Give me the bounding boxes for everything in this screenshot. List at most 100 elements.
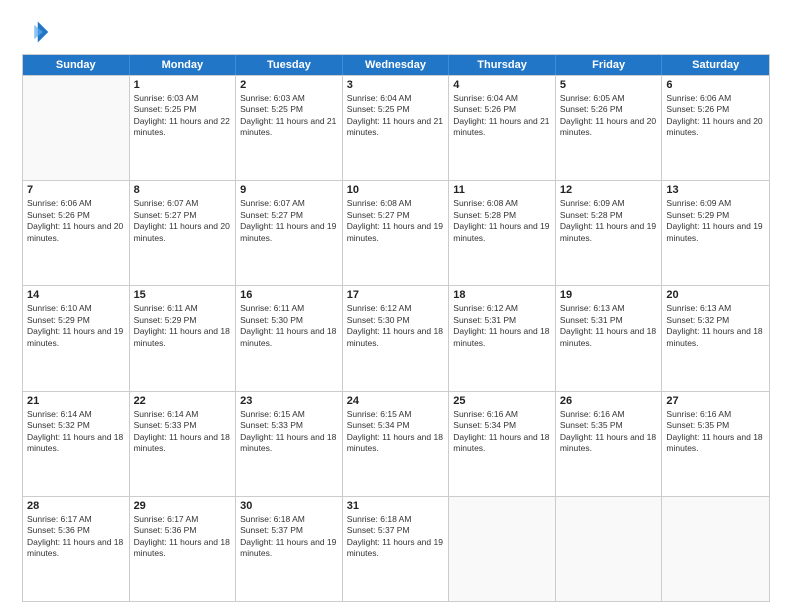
day-cell-6: 6 Sunrise: 6:06 AM Sunset: 5:26 PM Daylig… bbox=[662, 76, 769, 180]
day-number: 14 bbox=[27, 289, 125, 301]
logo-icon bbox=[22, 18, 50, 46]
day-cell-15: 15 Sunrise: 6:11 AM Sunset: 5:29 PM Dayli… bbox=[130, 286, 237, 390]
day-info: Sunrise: 6:17 AM Sunset: 5:36 PM Dayligh… bbox=[27, 514, 125, 560]
day-number: 21 bbox=[27, 395, 125, 407]
calendar-header: SundayMondayTuesdayWednesdayThursdayFrid… bbox=[23, 55, 769, 75]
day-info: Sunrise: 6:14 AM Sunset: 5:32 PM Dayligh… bbox=[27, 409, 125, 455]
day-info: Sunrise: 6:07 AM Sunset: 5:27 PM Dayligh… bbox=[240, 198, 338, 244]
day-cell-2: 2 Sunrise: 6:03 AM Sunset: 5:25 PM Daylig… bbox=[236, 76, 343, 180]
day-info: Sunrise: 6:16 AM Sunset: 5:35 PM Dayligh… bbox=[666, 409, 765, 455]
day-cell-3: 3Sunrise: 6:04 AM Sunset: 5:25 PM Daylig… bbox=[343, 76, 450, 180]
day-cell-8: 8 Sunrise: 6:07 AM Sunset: 5:27 PM Daylig… bbox=[130, 181, 237, 285]
day-number: 5 bbox=[560, 79, 658, 91]
day-number: 29 bbox=[134, 500, 232, 512]
day-cell-22: 22 Sunrise: 6:14 AM Sunset: 5:33 PM Dayli… bbox=[130, 392, 237, 496]
day-number: 1 bbox=[134, 79, 232, 91]
day-info: Sunrise: 6:06 AM Sunset: 5:26 PM Dayligh… bbox=[666, 93, 765, 139]
day-cell-30: 30Sunrise: 6:18 AM Sunset: 5:37 PM Dayli… bbox=[236, 497, 343, 601]
day-info: Sunrise: 6:08 AM Sunset: 5:28 PM Dayligh… bbox=[453, 198, 551, 244]
calendar-row-2: 14 Sunrise: 6:10 AM Sunset: 5:29 PM Dayli… bbox=[23, 285, 769, 390]
day-cell-empty bbox=[23, 76, 130, 180]
calendar-row-0: 1 Sunrise: 6:03 AM Sunset: 5:25 PM Daylig… bbox=[23, 75, 769, 180]
day-cell-7: 7 Sunrise: 6:06 AM Sunset: 5:26 PM Daylig… bbox=[23, 181, 130, 285]
day-number: 10 bbox=[347, 184, 445, 196]
day-info: Sunrise: 6:04 AM Sunset: 5:26 PM Dayligh… bbox=[453, 93, 551, 139]
day-info: Sunrise: 6:11 AM Sunset: 5:29 PM Dayligh… bbox=[134, 303, 232, 349]
day-number: 8 bbox=[134, 184, 232, 196]
day-cell-17: 17 Sunrise: 6:12 AM Sunset: 5:30 PM Dayli… bbox=[343, 286, 450, 390]
calendar-row-4: 28 Sunrise: 6:17 AM Sunset: 5:36 PM Dayli… bbox=[23, 496, 769, 601]
day-info: Sunrise: 6:12 AM Sunset: 5:30 PM Dayligh… bbox=[347, 303, 445, 349]
day-cell-10: 10 Sunrise: 6:08 AM Sunset: 5:27 PM Dayli… bbox=[343, 181, 450, 285]
day-cell-23: 23 Sunrise: 6:15 AM Sunset: 5:33 PM Dayli… bbox=[236, 392, 343, 496]
weekday-header-sunday: Sunday bbox=[23, 55, 130, 75]
day-info: Sunrise: 6:13 AM Sunset: 5:32 PM Dayligh… bbox=[666, 303, 765, 349]
day-number: 17 bbox=[347, 289, 445, 301]
day-cell-21: 21 Sunrise: 6:14 AM Sunset: 5:32 PM Dayli… bbox=[23, 392, 130, 496]
day-number: 30 bbox=[240, 500, 338, 512]
day-cell-31: 31 Sunrise: 6:18 AM Sunset: 5:37 PM Dayli… bbox=[343, 497, 450, 601]
weekday-header-friday: Friday bbox=[556, 55, 663, 75]
calendar: SundayMondayTuesdayWednesdayThursdayFrid… bbox=[22, 54, 770, 602]
day-number: 11 bbox=[453, 184, 551, 196]
calendar-row-3: 21 Sunrise: 6:14 AM Sunset: 5:32 PM Dayli… bbox=[23, 391, 769, 496]
day-number: 13 bbox=[666, 184, 765, 196]
day-number: 7 bbox=[27, 184, 125, 196]
day-info: Sunrise: 6:09 AM Sunset: 5:28 PM Dayligh… bbox=[560, 198, 658, 244]
day-cell-25: 25Sunrise: 6:16 AM Sunset: 5:34 PM Dayli… bbox=[449, 392, 556, 496]
day-info: Sunrise: 6:15 AM Sunset: 5:33 PM Dayligh… bbox=[240, 409, 338, 455]
day-number: 15 bbox=[134, 289, 232, 301]
day-cell-27: 27Sunrise: 6:16 AM Sunset: 5:35 PM Dayli… bbox=[662, 392, 769, 496]
day-number: 2 bbox=[240, 79, 338, 91]
day-info: Sunrise: 6:17 AM Sunset: 5:36 PM Dayligh… bbox=[134, 514, 232, 560]
day-number: 22 bbox=[134, 395, 232, 407]
day-cell-5: 5 Sunrise: 6:05 AM Sunset: 5:26 PM Daylig… bbox=[556, 76, 663, 180]
day-number: 26 bbox=[560, 395, 658, 407]
day-number: 12 bbox=[560, 184, 658, 196]
day-number: 23 bbox=[240, 395, 338, 407]
day-info: Sunrise: 6:07 AM Sunset: 5:27 PM Dayligh… bbox=[134, 198, 232, 244]
day-info: Sunrise: 6:04 AM Sunset: 5:25 PM Dayligh… bbox=[347, 93, 445, 139]
day-cell-empty bbox=[556, 497, 663, 601]
day-number: 31 bbox=[347, 500, 445, 512]
day-info: Sunrise: 6:08 AM Sunset: 5:27 PM Dayligh… bbox=[347, 198, 445, 244]
day-cell-13: 13 Sunrise: 6:09 AM Sunset: 5:29 PM Dayli… bbox=[662, 181, 769, 285]
calendar-body: 1 Sunrise: 6:03 AM Sunset: 5:25 PM Daylig… bbox=[23, 75, 769, 601]
day-number: 28 bbox=[27, 500, 125, 512]
day-number: 6 bbox=[666, 79, 765, 91]
day-number: 24 bbox=[347, 395, 445, 407]
day-cell-24: 24 Sunrise: 6:15 AM Sunset: 5:34 PM Dayli… bbox=[343, 392, 450, 496]
day-cell-26: 26 Sunrise: 6:16 AM Sunset: 5:35 PM Dayli… bbox=[556, 392, 663, 496]
calendar-row-1: 7 Sunrise: 6:06 AM Sunset: 5:26 PM Daylig… bbox=[23, 180, 769, 285]
weekday-header-wednesday: Wednesday bbox=[343, 55, 450, 75]
day-cell-9: 9Sunrise: 6:07 AM Sunset: 5:27 PM Daylig… bbox=[236, 181, 343, 285]
day-cell-18: 18 Sunrise: 6:12 AM Sunset: 5:31 PM Dayli… bbox=[449, 286, 556, 390]
day-info: Sunrise: 6:12 AM Sunset: 5:31 PM Dayligh… bbox=[453, 303, 551, 349]
day-cell-11: 11 Sunrise: 6:08 AM Sunset: 5:28 PM Dayli… bbox=[449, 181, 556, 285]
day-info: Sunrise: 6:09 AM Sunset: 5:29 PM Dayligh… bbox=[666, 198, 765, 244]
day-cell-empty bbox=[662, 497, 769, 601]
day-info: Sunrise: 6:06 AM Sunset: 5:26 PM Dayligh… bbox=[27, 198, 125, 244]
day-cell-29: 29 Sunrise: 6:17 AM Sunset: 5:36 PM Dayli… bbox=[130, 497, 237, 601]
day-info: Sunrise: 6:03 AM Sunset: 5:25 PM Dayligh… bbox=[134, 93, 232, 139]
day-info: Sunrise: 6:15 AM Sunset: 5:34 PM Dayligh… bbox=[347, 409, 445, 455]
weekday-header-tuesday: Tuesday bbox=[236, 55, 343, 75]
calendar-page: SundayMondayTuesdayWednesdayThursdayFrid… bbox=[0, 0, 792, 612]
day-info: Sunrise: 6:10 AM Sunset: 5:29 PM Dayligh… bbox=[27, 303, 125, 349]
day-info: Sunrise: 6:18 AM Sunset: 5:37 PM Dayligh… bbox=[347, 514, 445, 560]
day-info: Sunrise: 6:05 AM Sunset: 5:26 PM Dayligh… bbox=[560, 93, 658, 139]
day-cell-19: 19Sunrise: 6:13 AM Sunset: 5:31 PM Dayli… bbox=[556, 286, 663, 390]
day-cell-empty bbox=[449, 497, 556, 601]
day-cell-12: 12 Sunrise: 6:09 AM Sunset: 5:28 PM Dayli… bbox=[556, 181, 663, 285]
logo bbox=[22, 18, 54, 46]
day-info: Sunrise: 6:16 AM Sunset: 5:35 PM Dayligh… bbox=[560, 409, 658, 455]
day-number: 20 bbox=[666, 289, 765, 301]
day-number: 19 bbox=[560, 289, 658, 301]
day-info: Sunrise: 6:03 AM Sunset: 5:25 PM Dayligh… bbox=[240, 93, 338, 139]
day-number: 18 bbox=[453, 289, 551, 301]
day-info: Sunrise: 6:14 AM Sunset: 5:33 PM Dayligh… bbox=[134, 409, 232, 455]
header bbox=[22, 18, 770, 46]
day-info: Sunrise: 6:16 AM Sunset: 5:34 PM Dayligh… bbox=[453, 409, 551, 455]
day-cell-4: 4Sunrise: 6:04 AM Sunset: 5:26 PM Daylig… bbox=[449, 76, 556, 180]
day-cell-28: 28 Sunrise: 6:17 AM Sunset: 5:36 PM Dayli… bbox=[23, 497, 130, 601]
